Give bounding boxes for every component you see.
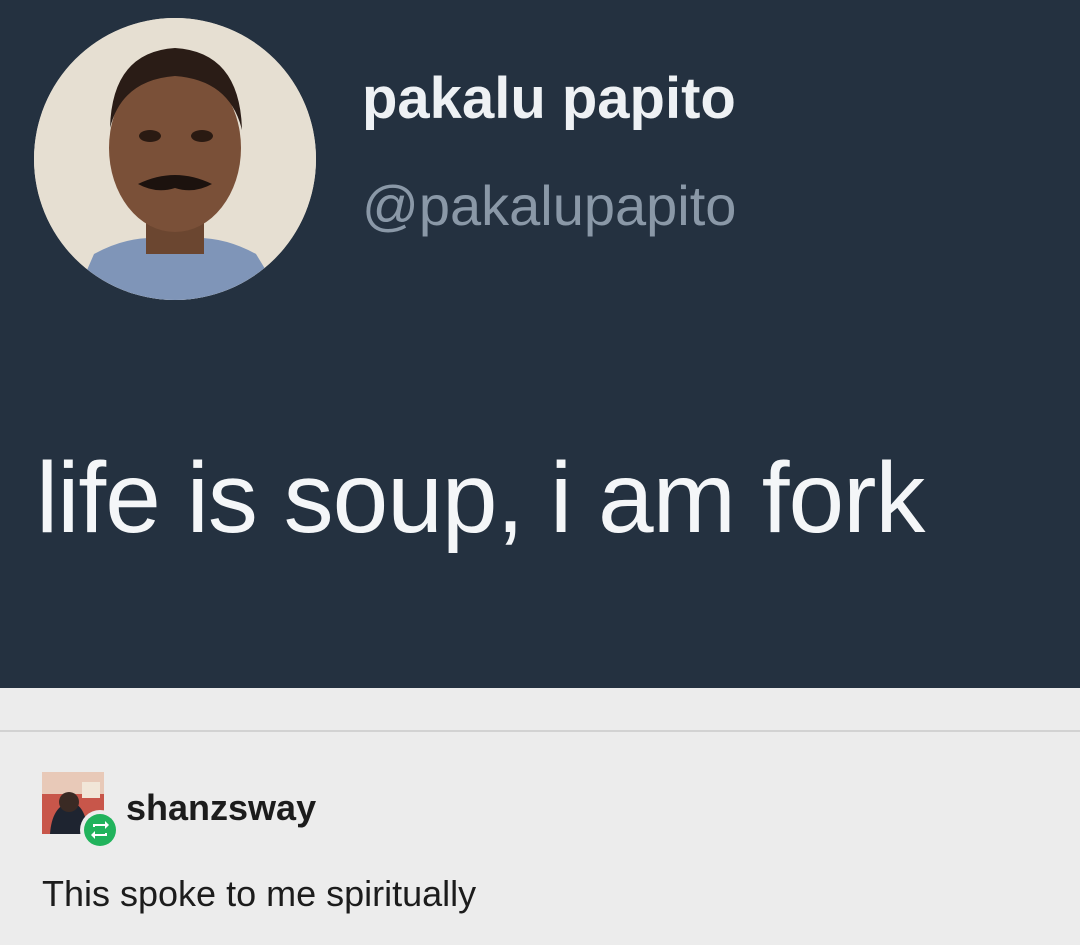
profile-photo-icon[interactable] xyxy=(34,18,316,300)
tweet-card: pakalu papito @pakalupapito life is soup… xyxy=(0,0,1080,688)
post-screenshot: pakalu papito @pakalupapito life is soup… xyxy=(0,0,1080,945)
username[interactable]: shanzsway xyxy=(126,790,316,826)
reblog-comment: This spoke to me spiritually xyxy=(42,873,477,914)
reblog-section: shanzsway This spoke to me spiritually xyxy=(0,688,1080,945)
user-handle[interactable]: @pakalupapito xyxy=(362,178,736,234)
display-name[interactable]: pakalu papito xyxy=(362,70,736,128)
divider xyxy=(0,730,1080,732)
tweet-text: life is soup, i am fork xyxy=(36,442,925,554)
reblog-icon xyxy=(80,810,120,850)
